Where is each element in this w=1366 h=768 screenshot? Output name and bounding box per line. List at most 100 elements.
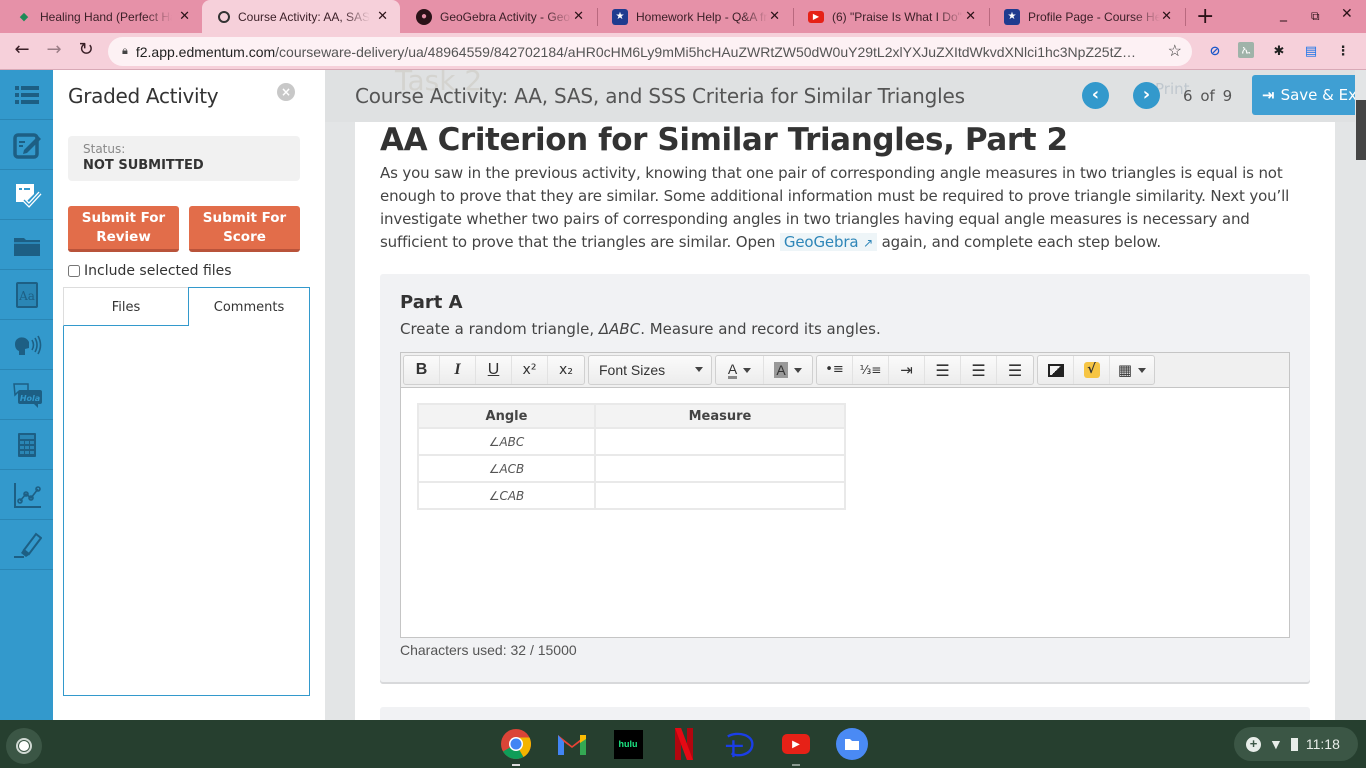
shelf-app-youtube[interactable]: ▶	[780, 728, 812, 766]
tab-course-activity[interactable]: Course Activity: AA, SAS, and SSS ✕	[202, 0, 400, 33]
edit-icon	[12, 132, 41, 159]
svg-text:Aa: Aa	[18, 289, 35, 303]
tab-files[interactable]: Files	[63, 287, 188, 326]
bold-button[interactable]: B	[404, 356, 440, 384]
subscript-button[interactable]: x₂	[548, 356, 584, 384]
launcher-button[interactable]	[6, 728, 42, 764]
numbered-list-button[interactable]: ⅓≡	[853, 356, 889, 384]
rail-calculator-button[interactable]	[0, 420, 53, 470]
rail-edit-button[interactable]	[0, 120, 53, 170]
os-shelf: hulu ▶ + ▼ 11:18	[0, 720, 1366, 768]
align-left-button[interactable]: ☰	[925, 356, 961, 384]
tab-comments[interactable]: Comments	[188, 287, 310, 326]
reload-button[interactable]: ↻	[74, 39, 98, 60]
align-center-button[interactable]: ☰	[961, 356, 997, 384]
extensions-puzzle-icon[interactable]: ✱	[1270, 42, 1288, 60]
font-size-group: Font Sizes	[588, 355, 712, 385]
insert-table-button[interactable]: ▦	[1110, 356, 1154, 384]
new-tab-button[interactable]: +	[1196, 4, 1214, 29]
rail-dictionary-button[interactable]: Aa	[0, 270, 53, 320]
extension-icon[interactable]: ኢ	[1238, 42, 1254, 58]
geogebra-link[interactable]: GeoGebra ↗	[779, 233, 877, 251]
comments-area[interactable]	[63, 326, 310, 696]
tab-geogebra[interactable]: ● GeoGebra Activity - GeoGebra ✕	[400, 0, 596, 33]
close-tab-icon[interactable]: ✕	[965, 8, 976, 24]
window-close-button[interactable]: ✕	[1341, 6, 1353, 22]
text-to-speech-icon	[14, 335, 41, 355]
table-header-row: Angle Measure	[417, 403, 846, 429]
rail-graded-activity-button[interactable]	[0, 170, 61, 220]
insert-equation-button[interactable]: √	[1074, 356, 1110, 384]
measure-cell[interactable]	[594, 481, 846, 510]
tab-homework-help[interactable]: ★ Homework Help - Q&A from ✕	[596, 0, 792, 33]
include-files-row[interactable]: Include selected files	[68, 263, 232, 279]
measure-cell[interactable]	[594, 454, 846, 483]
background-color-button[interactable]: A	[764, 356, 812, 384]
tool-rail: Aa Hola	[0, 70, 61, 720]
superscript-button[interactable]: x²	[512, 356, 548, 384]
netflix-icon	[675, 728, 693, 760]
minimize-button[interactable]: _	[1280, 6, 1287, 22]
underline-button[interactable]: U	[476, 356, 512, 384]
back-button[interactable]: ←	[10, 39, 34, 60]
shelf-app-files[interactable]	[836, 728, 868, 760]
add-circle-icon: +	[1246, 736, 1261, 752]
tab-healing-hand[interactable]: ◆ Healing Hand (Perfect Harmony) ✕	[0, 0, 202, 33]
page-scrollbar[interactable]	[1355, 70, 1366, 720]
url-input[interactable]: 🔒︎ f2.app.edmentum.com/courseware-delive…	[108, 37, 1192, 66]
shelf-app-gmail[interactable]	[556, 728, 588, 760]
youtube-icon: ▶	[808, 10, 824, 23]
rail-text-to-speech-button[interactable]	[0, 320, 53, 370]
part-description: Create a random triangle, ΔABC. Measure …	[400, 320, 881, 338]
include-files-checkbox[interactable]	[68, 265, 80, 277]
tab-profile-page[interactable]: ★ Profile Page - Course Hero ✕	[988, 0, 1184, 33]
italic-button[interactable]: I	[440, 356, 476, 384]
rich-text-editor[interactable]: B I U x² x₂ Font Sizes A A •≡ ⅓≡ ⇥ ☰ ☰ ☰…	[400, 352, 1290, 638]
align-right-button[interactable]: ☰	[997, 356, 1033, 384]
cast-icon[interactable]: ▤	[1302, 42, 1320, 60]
indent-button[interactable]: ⇥	[889, 356, 925, 384]
close-tab-icon[interactable]: ✕	[769, 8, 780, 24]
close-tab-icon[interactable]: ✕	[377, 8, 388, 24]
next-page-button[interactable]: ›	[1133, 82, 1160, 109]
menu-kebab-icon[interactable]: ⋮	[1334, 42, 1352, 60]
save-and-exit-button[interactable]: ⇥ Save & Exit	[1252, 75, 1366, 115]
submit-for-review-button[interactable]: Submit For Review	[68, 206, 179, 252]
shelf-app-hulu[interactable]: hulu	[612, 728, 644, 760]
clock-time: 11:18	[1305, 736, 1340, 752]
shelf-app-netflix[interactable]	[668, 728, 700, 760]
font-color-button[interactable]: A	[716, 356, 764, 384]
rail-graph-button[interactable]	[0, 470, 53, 520]
insert-image-button[interactable]	[1038, 356, 1074, 384]
shelf-app-disney-plus[interactable]	[724, 728, 756, 760]
wifi-icon: ▼	[1269, 736, 1283, 752]
bullet-list-icon: •≡	[825, 362, 844, 377]
rail-highlighter-button[interactable]	[0, 520, 53, 570]
shelf-app-chrome[interactable]	[500, 728, 532, 766]
restore-button[interactable]: ⧉	[1311, 9, 1320, 24]
rail-translate-button[interactable]: Hola	[0, 370, 53, 420]
previous-page-button[interactable]: ‹	[1082, 82, 1109, 109]
font-sizes-select[interactable]: Font Sizes	[589, 356, 711, 384]
close-tab-icon[interactable]: ✕	[1161, 8, 1172, 24]
disney-plus-icon	[725, 732, 754, 758]
forward-button[interactable]: →	[42, 39, 66, 60]
close-tab-icon[interactable]: ✕	[179, 8, 190, 24]
block-extension-icon[interactable]: ⊘	[1206, 42, 1224, 60]
status-tray[interactable]: + ▼ 11:18	[1234, 727, 1358, 761]
tab-youtube[interactable]: ▶ (6) "Praise Is What I Do" ✕	[792, 0, 988, 33]
measure-cell[interactable]	[594, 427, 846, 456]
launcher-icon	[16, 738, 32, 754]
angle-table: Angle Measure ∠ABC ∠ACB ∠CAB	[417, 403, 846, 510]
close-panel-icon[interactable]: ×	[277, 83, 295, 101]
bookmark-star-icon[interactable]: ☆	[1168, 41, 1182, 61]
page-scrollbar-thumb[interactable]	[1356, 100, 1366, 160]
rail-list-button[interactable]	[0, 70, 53, 120]
close-tab-icon[interactable]: ✕	[573, 8, 584, 24]
rail-files-button[interactable]	[0, 220, 53, 270]
hulu-icon: hulu	[613, 729, 643, 759]
bullet-list-button[interactable]: •≡	[817, 356, 853, 384]
submit-for-score-button[interactable]: Submit For Score	[189, 206, 300, 252]
triangle-math: ΔABC	[598, 320, 641, 338]
course-title: Course Activity: AA, SAS, and SSS Criter…	[355, 84, 965, 108]
